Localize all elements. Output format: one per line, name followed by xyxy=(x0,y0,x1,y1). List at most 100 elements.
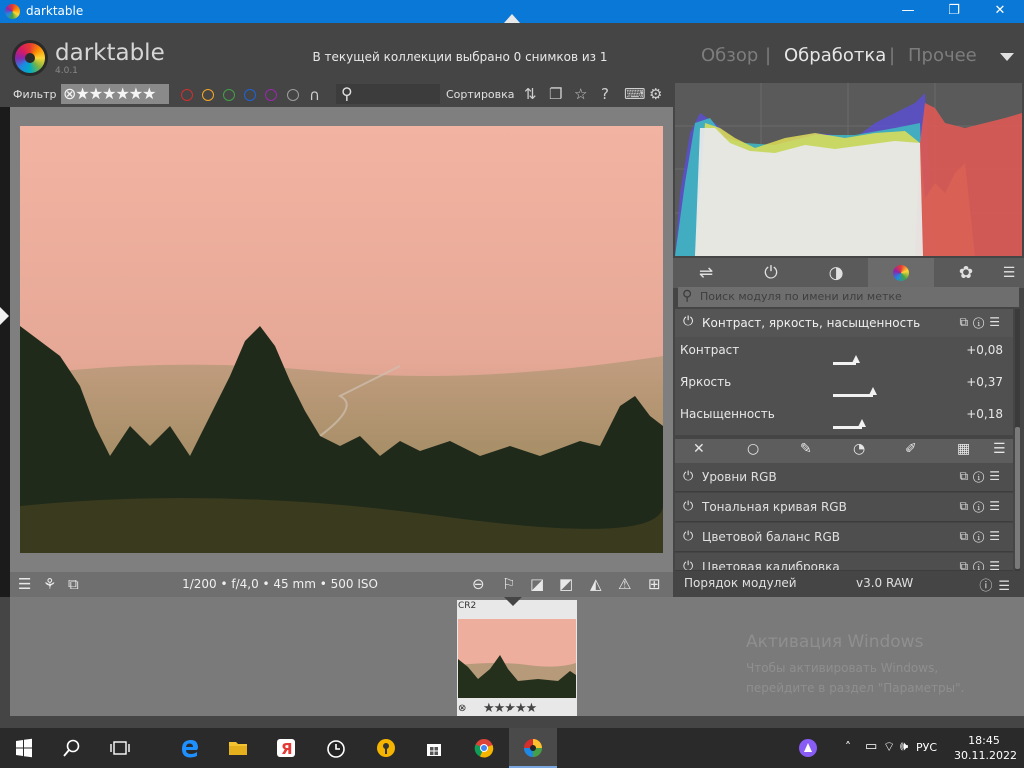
blend-off-icon[interactable]: ✕ xyxy=(693,441,705,457)
color-label-blue[interactable] xyxy=(244,89,256,101)
brand-name: darktable xyxy=(55,40,165,66)
slider-brightness[interactable]: Яркость +0,37 xyxy=(675,369,1013,399)
power-icon[interactable]: ⏻ xyxy=(683,499,693,514)
raw-overexposed-icon[interactable]: ◪ xyxy=(530,575,544,593)
taskbar-clock-app[interactable] xyxy=(312,728,360,768)
sort-order-icon[interactable]: ⇅ xyxy=(524,85,537,103)
power-icon[interactable]: ⏻ xyxy=(683,529,693,544)
color-label-purple[interactable] xyxy=(265,89,277,101)
preferences-gear-icon[interactable]: ⚙ xyxy=(649,85,662,103)
taskbar-search-button[interactable] xyxy=(48,728,96,768)
color-op-icon[interactable]: ∩ xyxy=(309,86,320,104)
blend-drawn-mask-icon[interactable]: ✎ xyxy=(800,441,812,457)
tab-active-modules[interactable]: ⏻ xyxy=(738,258,804,288)
color-label-red[interactable] xyxy=(181,89,193,101)
slider-value[interactable]: +0,18 xyxy=(966,407,1003,421)
color-label-none[interactable] xyxy=(287,89,299,101)
view-lighttable[interactable]: Обзор xyxy=(701,45,758,66)
rating-filter[interactable]: ⊗★★★★★★ xyxy=(61,84,169,104)
blend-menu-icon[interactable]: ☰ xyxy=(993,441,1006,457)
taskbar-explorer[interactable] xyxy=(214,728,262,768)
text-search-input[interactable]: ⚲ xyxy=(336,84,440,104)
shortcuts-icon[interactable]: ⌨ xyxy=(624,85,646,103)
taskbar-darktable[interactable] xyxy=(509,728,557,768)
taskbar-store[interactable] xyxy=(410,728,458,768)
taskbar-keepass[interactable] xyxy=(362,728,410,768)
module-groups-menu-icon[interactable]: ☰ xyxy=(995,258,1023,288)
taskbar-chrome[interactable] xyxy=(460,728,508,768)
quick-access-menu-icon[interactable]: ☰ xyxy=(18,575,31,593)
reject-icon[interactable]: ⊗ xyxy=(458,703,466,714)
blend-uniform-icon[interactable]: ○ xyxy=(747,441,759,457)
main-photo[interactable] xyxy=(20,126,663,553)
color-label-green[interactable] xyxy=(223,89,235,101)
slider-contrast[interactable]: Контраст +0,08 xyxy=(675,337,1013,367)
image-exif-info: 1/200 • f/4,0 • 45 mm • 500 ISO xyxy=(182,577,378,591)
power-icon[interactable]: ⏻ xyxy=(683,559,693,570)
gamut-check-icon[interactable]: ⚠ xyxy=(618,575,631,593)
second-window-icon[interactable]: ⧉ xyxy=(68,575,79,593)
tab-base[interactable]: ◑ xyxy=(803,258,869,288)
guides-icon[interactable]: ⊞ xyxy=(648,575,661,593)
minimize-button[interactable]: — xyxy=(885,0,931,23)
power-icon[interactable]: ⏻ xyxy=(683,469,693,484)
overlay-star-icon[interactable]: ☆ xyxy=(574,85,587,103)
top-panel-toggle-arrow[interactable] xyxy=(504,14,520,23)
grouping-icon[interactable]: ❐ xyxy=(549,85,562,103)
focus-peaking-icon[interactable]: ⊖ xyxy=(472,575,485,593)
taskbar-clock[interactable]: 18:45 30.11.2022 xyxy=(954,733,1017,763)
scrollbar-thumb[interactable] xyxy=(1015,427,1020,569)
taskbar-edge[interactable] xyxy=(166,728,214,768)
module-rgb-curve[interactable]: ⏻ Тональная кривая RGB ⧉ⓘ☰ xyxy=(675,493,1013,522)
close-button[interactable]: ✕ xyxy=(977,0,1023,23)
module-order-value[interactable]: v3.0 RAW xyxy=(856,576,913,590)
taskbar-yandex-browser[interactable]: Я xyxy=(262,728,310,768)
tray-volume-icon[interactable]: 🕪 xyxy=(900,739,908,754)
histogram[interactable] xyxy=(675,83,1022,256)
slider-value[interactable]: +0,37 xyxy=(966,375,1003,389)
slider-knob[interactable] xyxy=(868,387,877,395)
tab-effects[interactable]: ✿ xyxy=(933,258,999,288)
tray-wifi-icon[interactable]: ⌔ xyxy=(883,739,895,755)
color-label-yellow[interactable] xyxy=(202,89,214,101)
power-icon[interactable]: ⏻ xyxy=(683,314,693,329)
module-color-balance-rgb[interactable]: ⏻ Цветовой баланс RGB ⧉ⓘ☰ xyxy=(675,523,1013,552)
slider-value[interactable]: +0,08 xyxy=(966,343,1003,357)
tray-network-icon[interactable]: ▭ xyxy=(865,739,877,754)
module-header-icons[interactable]: ⧉ⓘ☰ xyxy=(959,315,1005,330)
views-dropdown-icon[interactable] xyxy=(1000,53,1014,61)
module-scrollbar[interactable] xyxy=(1015,309,1020,571)
start-button[interactable] xyxy=(0,728,48,768)
tray-show-hidden-icon[interactable]: ˄ xyxy=(845,740,851,754)
module-search-input[interactable]: ⚲ Поиск модуля по имени или метке xyxy=(678,287,1019,307)
module-header-icons[interactable]: ⧉ⓘ☰ xyxy=(959,469,1005,484)
task-view-button[interactable] xyxy=(96,728,144,768)
tab-color[interactable] xyxy=(868,258,934,288)
module-header-icons[interactable]: ⧉ⓘ☰ xyxy=(959,559,1005,570)
module-header-icons[interactable]: ⧉ⓘ☰ xyxy=(959,529,1005,544)
tray-alice[interactable] xyxy=(784,728,832,768)
softproof-icon[interactable]: ◭ xyxy=(590,575,602,593)
filmstrip-thumbnail[interactable]: CR2 ⊗ ★★★★★ xyxy=(457,600,577,718)
blend-raster-mask-icon[interactable]: ▦ xyxy=(957,441,970,457)
styles-icon[interactable]: ⚘ xyxy=(43,575,56,593)
slider-saturation[interactable]: Насыщенность +0,18 xyxy=(675,401,1013,431)
module-rgb-levels[interactable]: ⏻ Уровни RGB ⧉ⓘ☰ xyxy=(675,463,1013,492)
module-header-colorbalance[interactable]: ⏻ Контраст, яркость, насыщенность ⧉ⓘ☰ xyxy=(675,309,1013,337)
view-darkroom[interactable]: Обработка xyxy=(784,45,886,66)
module-color-calibration[interactable]: ⏻ Цветовая калибровка ⧉ⓘ☰ xyxy=(675,553,1013,571)
color-assessment-icon[interactable]: ⚐ xyxy=(502,575,515,593)
slider-knob[interactable] xyxy=(857,419,866,427)
left-panel-toggle-arrow[interactable] xyxy=(0,307,9,325)
blend-drawn-parametric-icon[interactable]: ✐ xyxy=(905,441,917,457)
module-order-icons[interactable]: ⓘ☰ xyxy=(979,575,1016,594)
help-icon[interactable]: ? xyxy=(601,85,609,103)
blend-parametric-mask-icon[interactable]: ◔ xyxy=(853,441,865,457)
tab-quick-access[interactable]: ⇌ xyxy=(673,258,739,288)
clipping-indicator-icon[interactable]: ◩ xyxy=(559,575,573,593)
module-header-icons[interactable]: ⧉ⓘ☰ xyxy=(959,499,1005,514)
view-other[interactable]: Прочее xyxy=(908,45,977,66)
maximize-button[interactable]: ❐ xyxy=(931,0,977,23)
slider-knob[interactable] xyxy=(851,355,860,363)
language-indicator[interactable]: РУС xyxy=(916,741,937,754)
